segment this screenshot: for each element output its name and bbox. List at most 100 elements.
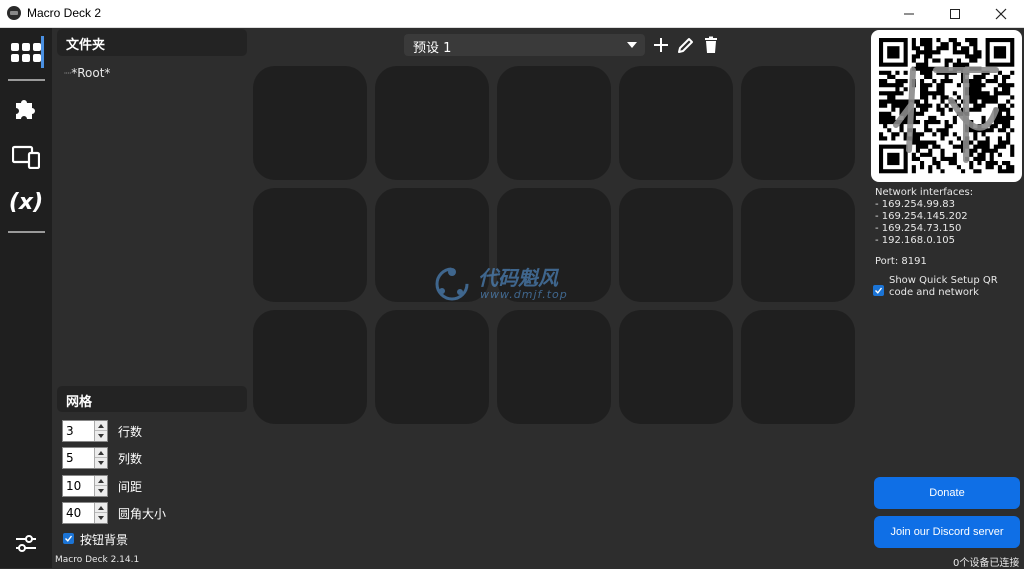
- network-interface-item: - 192.168.0.105: [875, 235, 955, 246]
- macro-button-slot[interactable]: [619, 188, 733, 302]
- corner-radius-input[interactable]: [63, 503, 95, 523]
- decrement-button[interactable]: [95, 458, 107, 468]
- macro-button-slot[interactable]: [741, 66, 855, 180]
- add-preset-button[interactable]: [651, 35, 671, 55]
- decrement-button[interactable]: [95, 513, 107, 523]
- qr-code-image: [879, 38, 1015, 174]
- macro-button-slot[interactable]: [375, 310, 489, 424]
- nav-extensions-button[interactable]: [0, 88, 52, 128]
- trash-icon: [705, 36, 717, 53]
- arrow-down-icon: [98, 489, 104, 493]
- preset-selected-label: 预设 1: [413, 41, 452, 56]
- show-qr-label: Show Quick Setup QR: [889, 275, 998, 286]
- nav-separator: [8, 79, 45, 81]
- nav-settings-button[interactable]: [0, 524, 52, 564]
- arrow-down-icon: [98, 516, 104, 520]
- grid-settings-header-label: 网格: [66, 395, 93, 410]
- nav-devices-button[interactable]: [0, 136, 52, 176]
- show-qr-toggle[interactable]: Show Quick Setup QR code and network: [872, 275, 1022, 301]
- folder-root-label: *Root*: [71, 66, 111, 80]
- window-title: Macro Deck 2: [27, 6, 102, 20]
- watermark: 代码魁风 www.dmjf.top: [430, 264, 600, 304]
- macro-button-slot[interactable]: [253, 188, 367, 302]
- puzzle-icon: [16, 100, 35, 119]
- minimize-button[interactable]: [886, 0, 932, 27]
- button-background-checkbox[interactable]: [63, 533, 74, 544]
- close-button[interactable]: [978, 0, 1024, 27]
- watermark-url: www.dmjf.top: [480, 288, 568, 301]
- maximize-icon: [950, 9, 960, 19]
- increment-button[interactable]: [95, 421, 107, 431]
- spacing-input[interactable]: [63, 476, 95, 496]
- connected-devices-status: 0个设备已连接: [953, 558, 1020, 569]
- app-logo-icon: [7, 6, 21, 20]
- spacing-stepper[interactable]: [62, 475, 108, 497]
- nav-separator: [8, 231, 45, 233]
- folder-tree-root[interactable]: ┈*Root*: [64, 66, 110, 80]
- corner-radius-stepper[interactable]: [62, 502, 108, 524]
- settings-sliders-icon: [16, 535, 36, 552]
- increment-button[interactable]: [95, 448, 107, 458]
- watermark-title: 代码魁风: [478, 266, 558, 290]
- watermark-logo-icon: [435, 267, 469, 301]
- port-label: Port: 8191: [875, 256, 927, 267]
- maximize-button[interactable]: [932, 0, 978, 27]
- macro-button-slot[interactable]: [497, 310, 611, 424]
- folders-header-label: 文件夹: [66, 38, 106, 53]
- macro-button-slot[interactable]: [619, 310, 733, 424]
- columns-label: 列数: [118, 452, 143, 466]
- columns-stepper[interactable]: [62, 447, 108, 469]
- active-nav-indicator: [41, 36, 44, 68]
- minimize-icon: [904, 13, 914, 15]
- button-background-label: 按钮背景: [80, 533, 129, 547]
- macro-button-slot[interactable]: [375, 66, 489, 180]
- edit-preset-button[interactable]: [676, 35, 696, 55]
- network-interfaces-header: Network interfaces:: [875, 187, 974, 198]
- qr-finder-pattern: [887, 46, 900, 59]
- show-qr-checkbox[interactable]: [873, 285, 884, 296]
- show-qr-label-line2: code and network: [889, 287, 979, 298]
- stepper-arrows: [94, 421, 107, 441]
- stepper-arrows: [94, 476, 107, 496]
- rows-input[interactable]: [63, 421, 95, 441]
- qr-finder-pattern: [993, 46, 1007, 59]
- increment-button[interactable]: [95, 476, 107, 486]
- macro-button-slot[interactable]: [619, 66, 733, 180]
- pencil-icon: [678, 38, 693, 53]
- grid-icon: [11, 43, 41, 62]
- arrow-down-icon: [98, 461, 104, 465]
- increment-button[interactable]: [95, 503, 107, 513]
- checkmark-icon: [65, 535, 73, 542]
- rows-label: 行数: [118, 425, 143, 439]
- checkmark-icon: [875, 287, 883, 294]
- stepper-arrows: [94, 448, 107, 468]
- delete-preset-button[interactable]: [701, 35, 721, 55]
- chevron-down-icon: [627, 42, 637, 48]
- plus-icon: [654, 38, 668, 52]
- nav-sidebar: (x): [0, 28, 52, 568]
- network-interface-item: - 169.254.145.202: [875, 211, 968, 222]
- columns-input[interactable]: [63, 448, 95, 468]
- quick-setup-qr-code: [871, 30, 1022, 182]
- corner-radius-label: 圆角大小: [118, 507, 167, 521]
- preset-select[interactable]: 预设 1: [404, 34, 645, 56]
- button-background-toggle[interactable]: 按钮背景: [62, 531, 202, 547]
- macro-button-slot[interactable]: [497, 66, 611, 180]
- network-interface-item: - 169.254.99.83: [875, 199, 955, 210]
- close-icon: [995, 8, 1007, 20]
- rows-stepper[interactable]: [62, 420, 108, 442]
- arrow-up-icon: [98, 424, 104, 428]
- donate-button[interactable]: Donate: [874, 477, 1020, 509]
- devices-icon: [12, 145, 40, 169]
- arrow-up-icon: [98, 506, 104, 510]
- macro-button-slot[interactable]: [253, 310, 367, 424]
- macro-button-slot[interactable]: [741, 188, 855, 302]
- macro-button-slot[interactable]: [253, 66, 367, 180]
- macro-button-slot[interactable]: [741, 310, 855, 424]
- nav-deck-button[interactable]: [0, 32, 52, 72]
- variables-icon[interactable]: (x): [0, 190, 52, 215]
- decrement-button[interactable]: [95, 486, 107, 496]
- decrement-button[interactable]: [95, 431, 107, 441]
- title-bar: Macro Deck 2: [0, 0, 1024, 28]
- discord-button[interactable]: Join our Discord server: [874, 516, 1020, 548]
